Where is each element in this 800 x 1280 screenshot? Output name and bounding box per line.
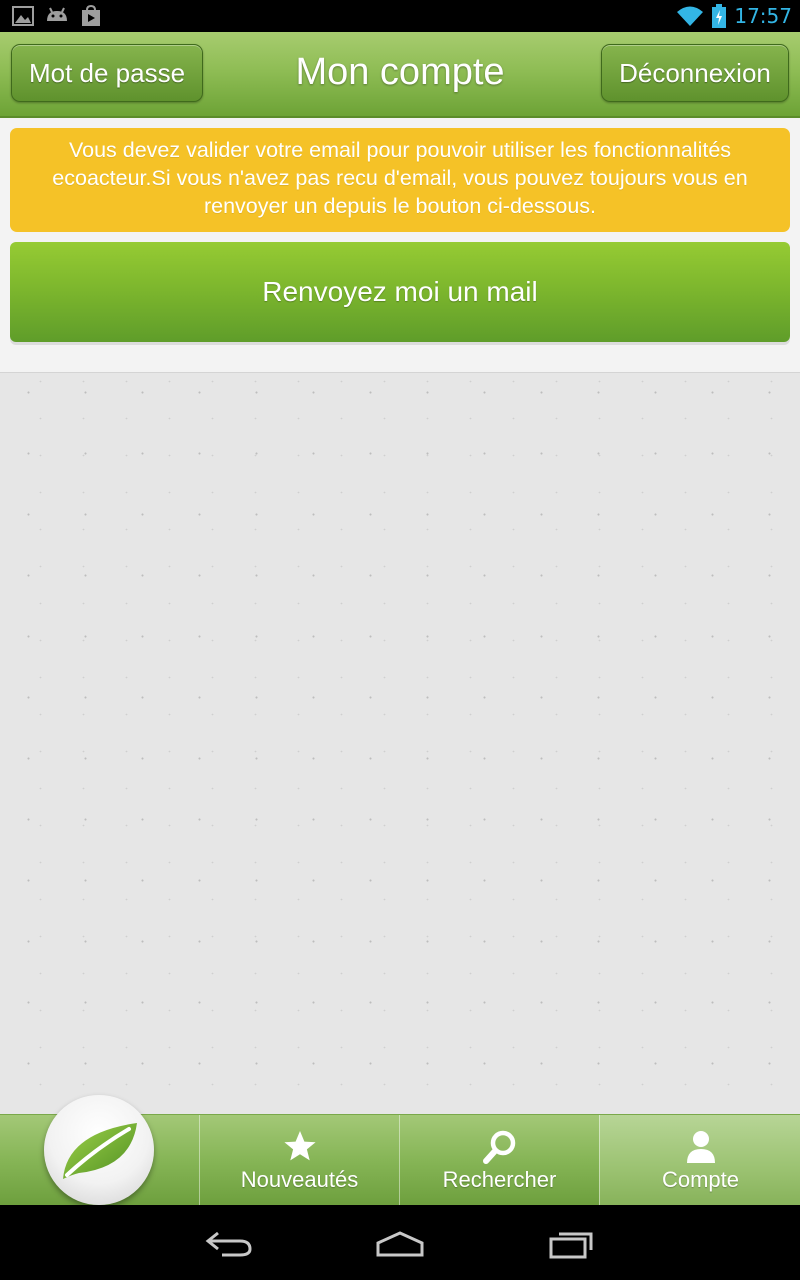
app-header: Mot de passe Mon compte Déconnexion: [0, 32, 800, 118]
search-icon: [482, 1130, 515, 1164]
back-icon[interactable]: [200, 1225, 260, 1261]
recent-apps-icon[interactable]: [541, 1225, 601, 1261]
tab-rechercher[interactable]: Rechercher: [399, 1115, 599, 1206]
tab-compte[interactable]: Compte: [599, 1115, 800, 1206]
tab-home[interactable]: [0, 1095, 199, 1206]
tab-nouveautes[interactable]: Nouveautés: [199, 1115, 399, 1206]
validation-panel: Vous devez valider votre email pour pouv…: [0, 118, 800, 373]
email-validation-alert: Vous devez valider votre email pour pouv…: [10, 128, 790, 232]
tab-label: Nouveautés: [240, 1167, 359, 1192]
tab-label: Rechercher: [442, 1167, 557, 1192]
user-icon: [686, 1131, 715, 1163]
main-content: Vous devez valider votre email pour pouv…: [0, 118, 800, 1114]
android-icon: [47, 7, 67, 21]
wifi-icon: [677, 6, 704, 26]
system-status: 17:57: [676, 2, 792, 30]
battery-charging-icon: [712, 4, 727, 28]
tab-bar: Nouveautés Rechercher Compte: [0, 1095, 800, 1206]
status-bar: 17:57: [0, 0, 800, 32]
system-nav-bar: [0, 1205, 800, 1280]
leaf-icon: [63, 1123, 137, 1179]
tab-label: Compte: [661, 1167, 740, 1192]
play-store-icon: [82, 5, 100, 26]
home-icon[interactable]: [370, 1225, 430, 1261]
resend-email-button[interactable]: Renvoyez moi un mail: [10, 242, 790, 342]
logout-button[interactable]: Déconnexion: [601, 44, 789, 102]
status-time: 17:57: [734, 4, 792, 28]
gallery-icon: [12, 6, 34, 26]
notification-icons: [12, 5, 102, 27]
app-logo[interactable]: [44, 1095, 154, 1205]
star-icon: [283, 1131, 316, 1161]
